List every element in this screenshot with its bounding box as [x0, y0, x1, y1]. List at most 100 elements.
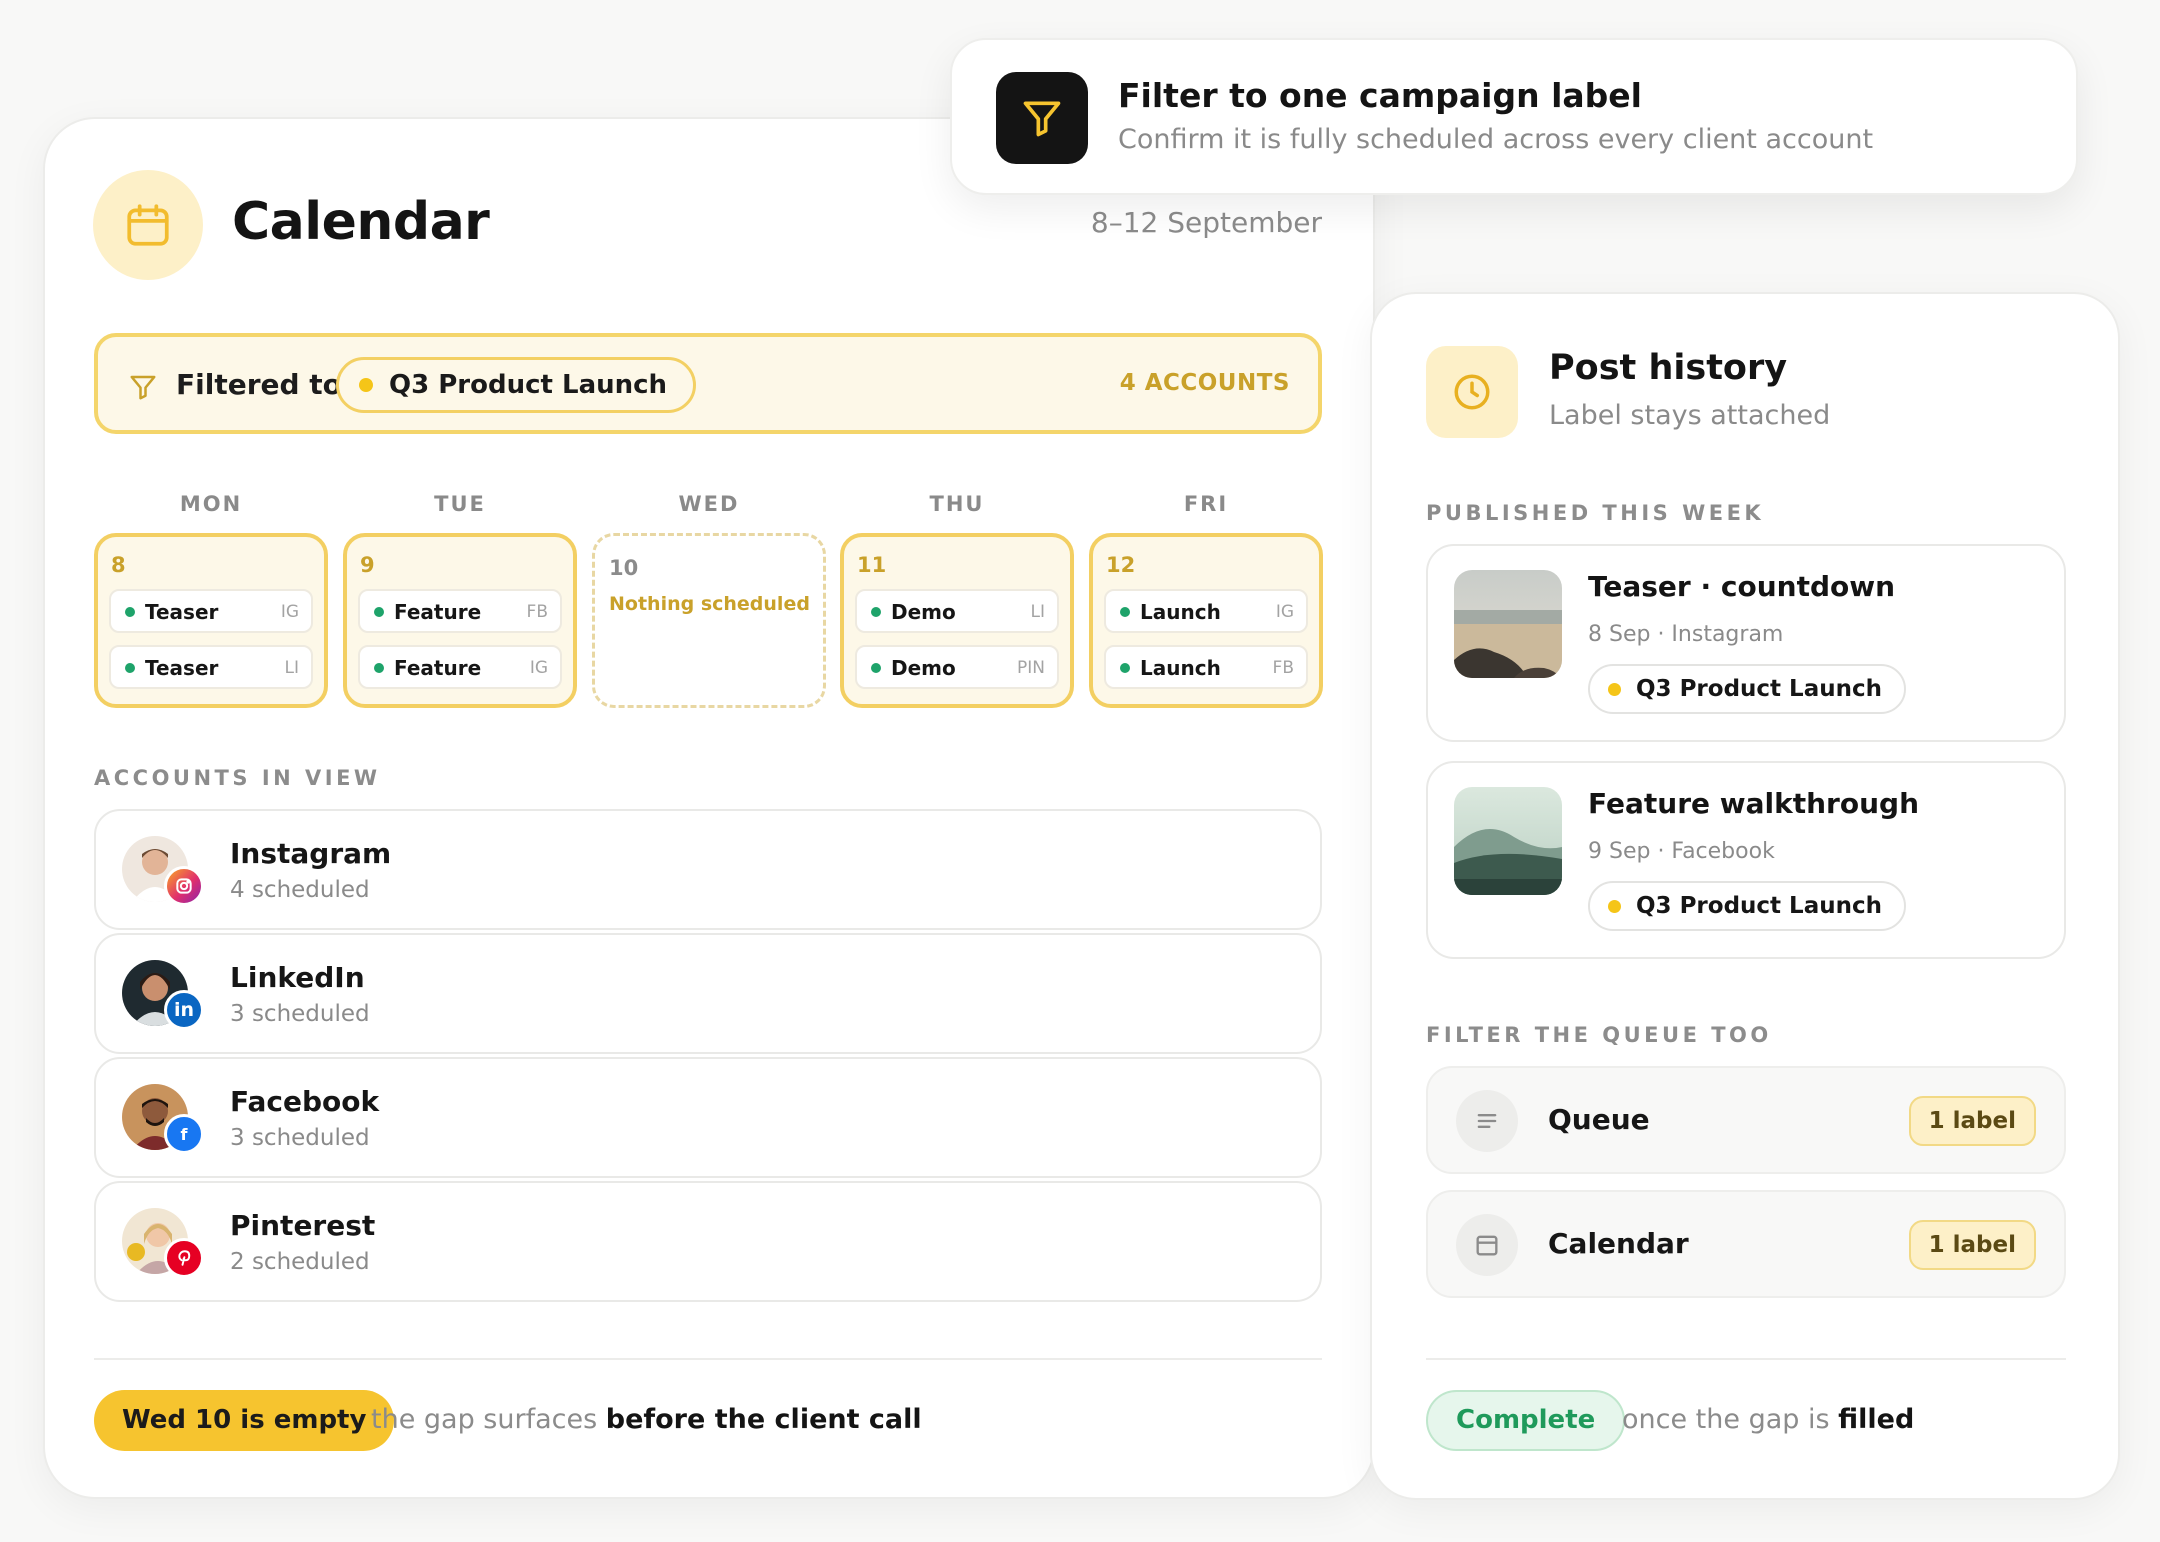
campaign-label-chip[interactable]: Q3 Product Launch	[1588, 664, 1906, 714]
post-name: Demo	[891, 600, 956, 624]
footer-plain-text: once the gap is	[1622, 1404, 1830, 1435]
history-footer-text: once the gap is filled	[1622, 1404, 1914, 1435]
tooltip-title: Filter to one campaign label	[1118, 76, 1642, 115]
day-cell-thu[interactable]: 11 Demo LI Demo PIN	[840, 533, 1074, 708]
day-header-mon: MON	[179, 492, 243, 516]
day-number: 11	[857, 553, 887, 577]
campaign-label-chip[interactable]: Q3 Product Launch	[336, 357, 697, 413]
label-count-badge[interactable]: 1 label	[1908, 1220, 2036, 1270]
post-name: Launch	[1140, 656, 1221, 680]
account-name: Pinterest	[230, 1209, 376, 1242]
scheduled-post[interactable]: Launch FB	[1104, 645, 1308, 689]
published-post-card[interactable]: Feature walkthrough 9 Sep · Facebook Q3 …	[1426, 761, 2066, 959]
footer-plain-text: the gap surfaces	[371, 1404, 598, 1435]
account-row-linkedin[interactable]: in LinkedIn 3 scheduled	[94, 933, 1322, 1054]
scheduled-post[interactable]: Feature FB	[358, 589, 562, 633]
label-dot	[1608, 683, 1621, 696]
page-title: Calendar	[232, 192, 490, 252]
post-name: Feature	[394, 656, 482, 680]
post-name: Teaser	[145, 600, 219, 624]
status-dot	[125, 607, 135, 617]
published-post-card[interactable]: Teaser · countdown 8 Sep · Instagram Q3 …	[1426, 544, 2066, 742]
filter-tooltip: Filter to one campaign label Confirm it …	[950, 38, 2078, 195]
clock-icon	[1426, 346, 1518, 438]
post-network: LI	[1030, 602, 1046, 622]
post-network: LI	[284, 658, 300, 678]
label-count-badge[interactable]: 1 label	[1908, 1096, 2036, 1146]
empty-day-badge: Wed 10 is empty	[94, 1390, 395, 1451]
day-header-fri: FRI	[1183, 492, 1229, 516]
filter-bar[interactable]: Filtered to Q3 Product Launch 4 ACCOUNTS	[94, 333, 1322, 434]
post-history-title: Post history	[1549, 348, 1788, 388]
pinterest-icon	[164, 1238, 204, 1278]
status-dot	[374, 607, 384, 617]
calendar-filter-row[interactable]: Calendar 1 label	[1426, 1190, 2066, 1298]
date-range[interactable]: 8–12 September	[1091, 206, 1322, 239]
scheduled-post[interactable]: Teaser IG	[109, 589, 313, 633]
linkedin-icon: in	[164, 990, 204, 1030]
account-scheduled-count: 3 scheduled	[230, 1001, 370, 1027]
published-section-label: PUBLISHED THIS WEEK	[1426, 501, 1765, 525]
queue-filter-row[interactable]: Queue 1 label	[1426, 1066, 2066, 1174]
account-row-pinterest[interactable]: Pinterest 2 scheduled	[94, 1181, 1322, 1302]
day-number: 10	[609, 556, 639, 580]
scheduled-post[interactable]: Demo PIN	[855, 645, 1059, 689]
day-number: 12	[1106, 553, 1136, 577]
day-cell-tue[interactable]: 9 Feature FB Feature IG	[343, 533, 577, 708]
campaign-label-chip[interactable]: Q3 Product Launch	[1588, 881, 1906, 931]
queue-section-label: FILTER THE QUEUE TOO	[1426, 1023, 1772, 1047]
post-thumbnail	[1454, 787, 1562, 895]
accounts-count: 4 ACCOUNTS	[1119, 370, 1290, 396]
complete-badge: Complete	[1426, 1390, 1626, 1451]
scheduled-post[interactable]: Feature IG	[358, 645, 562, 689]
status-dot	[125, 663, 135, 673]
post-meta: 8 Sep · Instagram	[1588, 622, 1784, 647]
campaign-label-text: Q3 Product Launch	[1636, 893, 1882, 919]
post-title: Teaser · countdown	[1588, 570, 1896, 603]
day-number: 9	[360, 553, 375, 577]
label-dot	[359, 378, 373, 392]
queue-name: Queue	[1548, 1103, 1650, 1136]
empty-day-text: Nothing scheduled	[609, 593, 810, 615]
status-dot	[1120, 663, 1130, 673]
instagram-icon	[164, 866, 204, 906]
status-dot	[1120, 607, 1130, 617]
post-network: IG	[529, 658, 548, 678]
account-name: Facebook	[230, 1085, 380, 1118]
campaign-label-text: Q3 Product Launch	[389, 370, 668, 400]
filter-icon	[996, 72, 1088, 164]
accounts-section-label: ACCOUNTS IN VIEW	[94, 766, 381, 790]
post-meta: 9 Sep · Facebook	[1588, 839, 1775, 864]
scheduled-post[interactable]: Teaser LI	[109, 645, 313, 689]
divider	[1426, 1358, 2066, 1360]
post-thumbnail	[1454, 570, 1562, 678]
account-row-facebook[interactable]: f Facebook 3 scheduled	[94, 1057, 1322, 1178]
post-network: IG	[280, 602, 299, 622]
campaign-label-text: Q3 Product Launch	[1636, 676, 1882, 702]
label-dot	[1608, 900, 1621, 913]
day-header-tue: TUE	[434, 492, 486, 516]
day-cell-wed[interactable]: 10 Nothing scheduled	[592, 533, 826, 708]
calendar-icon	[1456, 1214, 1518, 1276]
filter-prefix: Filtered to	[176, 368, 342, 401]
scheduled-post[interactable]: Launch IG	[1104, 589, 1308, 633]
post-name: Launch	[1140, 600, 1221, 624]
queue-name: Calendar	[1548, 1227, 1689, 1260]
day-cell-mon[interactable]: 8 Teaser IG Teaser LI	[94, 533, 328, 708]
account-row-instagram[interactable]: Instagram 4 scheduled	[94, 809, 1322, 930]
day-header-thu: THU	[929, 492, 985, 516]
footer-bold-text: filled	[1838, 1404, 1915, 1435]
post-history-subtitle: Label stays attached	[1549, 400, 1831, 431]
post-name: Feature	[394, 600, 482, 624]
post-network: PIN	[1017, 658, 1045, 678]
footer-bold-text: before the client call	[605, 1404, 922, 1435]
divider	[94, 1358, 1322, 1360]
account-scheduled-count: 4 scheduled	[230, 877, 370, 903]
post-network: FB	[1272, 658, 1294, 678]
list-icon	[1456, 1090, 1518, 1152]
scheduled-post[interactable]: Demo LI	[855, 589, 1059, 633]
filter-icon	[128, 372, 158, 406]
status-dot	[871, 607, 881, 617]
day-number: 8	[111, 553, 126, 577]
day-cell-fri[interactable]: 12 Launch IG Launch FB	[1089, 533, 1323, 708]
